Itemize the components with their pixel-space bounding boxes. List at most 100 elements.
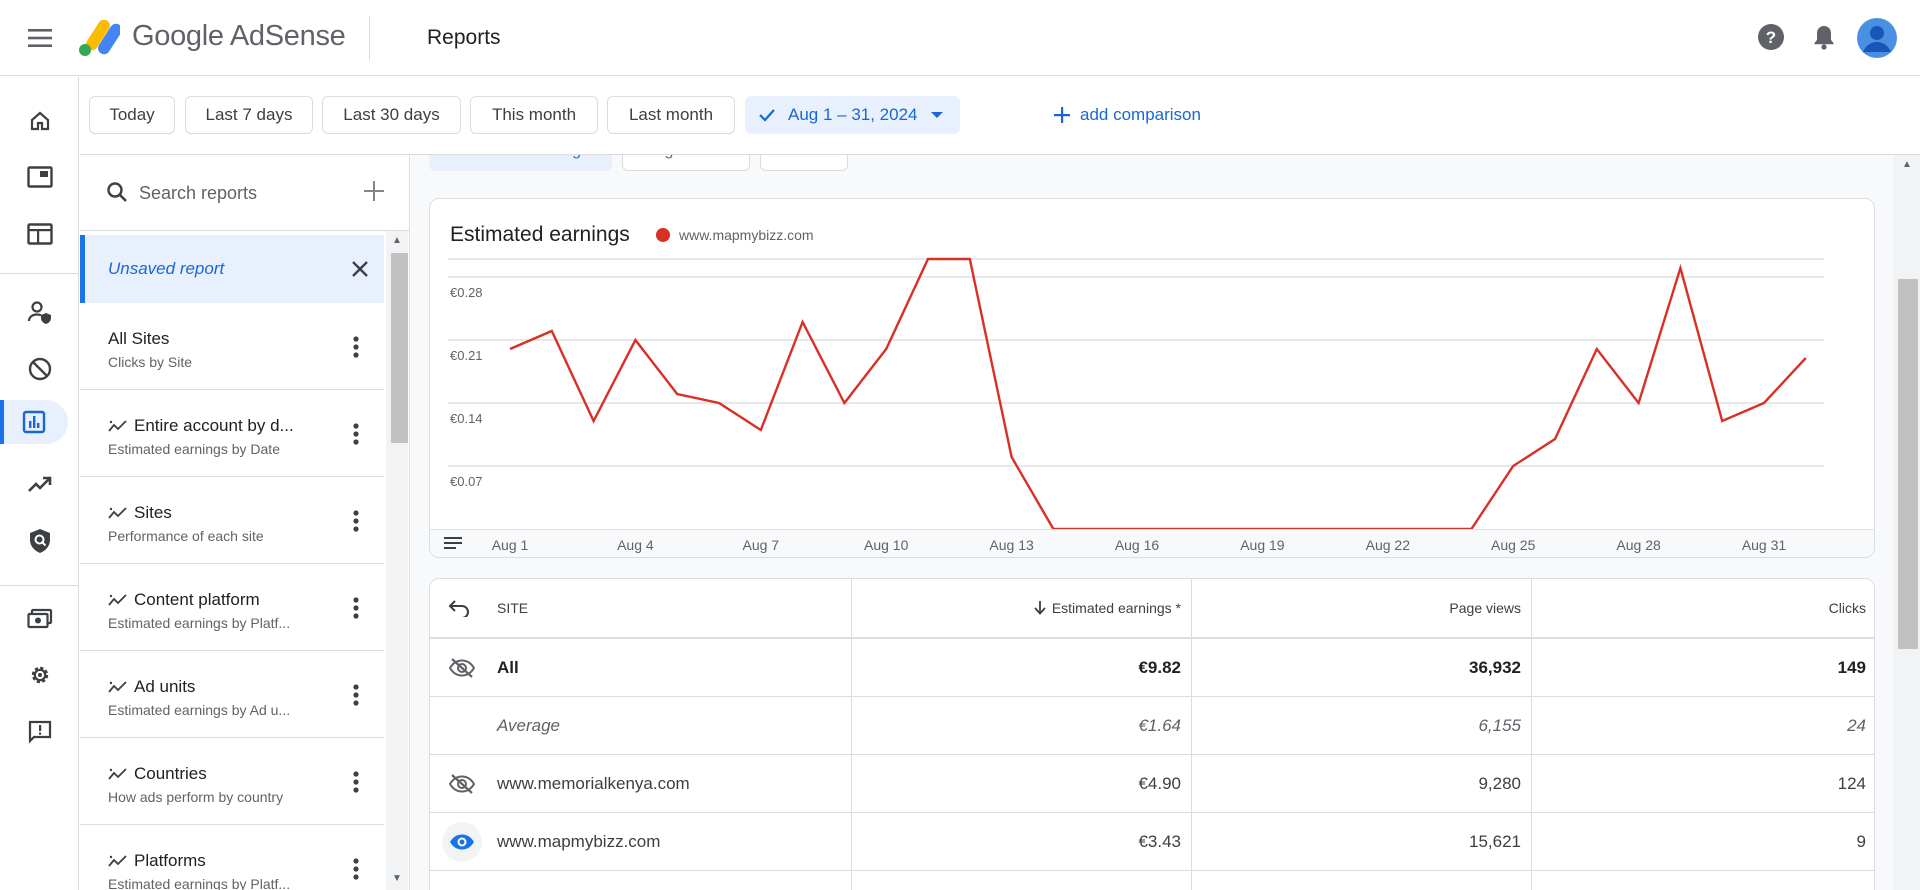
close-icon[interactable] — [346, 255, 374, 283]
block-icon[interactable] — [0, 347, 79, 391]
eye-icon[interactable] — [442, 822, 482, 862]
menu-icon[interactable] — [22, 22, 58, 54]
clicks-cell: 24 — [1847, 715, 1866, 735]
home-icon[interactable] — [0, 99, 79, 143]
x-tick-label: Aug 10 — [864, 537, 909, 553]
check-icon — [759, 109, 775, 122]
earnings-cell: €3.43 — [1138, 831, 1181, 851]
report-item-entire-account[interactable]: Entire account by d... Estimated earning… — [80, 390, 384, 477]
add-report-icon[interactable] — [362, 179, 390, 207]
earnings-chart-card: Estimated earnings www.mapmybizz.com €0.… — [429, 198, 1875, 558]
report-subtitle: Performance of each site — [108, 528, 264, 544]
main-scrollbar[interactable]: ▲ — [1894, 155, 1920, 890]
sparkle-chart-icon — [108, 855, 127, 867]
sparkle-chart-icon — [108, 768, 127, 780]
ad-unit-icon[interactable] — [0, 155, 79, 199]
site-layout-icon[interactable] — [0, 212, 79, 256]
table-row-total: All €9.82 36,932 149 — [430, 639, 1874, 697]
report-table: SITE Estimated earnings * Page views Cli… — [429, 578, 1875, 890]
undo-icon[interactable] — [448, 579, 470, 637]
top-app-bar: Google AdSense Reports ? — [0, 0, 1920, 76]
header-clicks[interactable]: Clicks — [1531, 579, 1866, 637]
scroll-down-arrow[interactable]: ▼ — [390, 873, 404, 887]
more-vert-icon[interactable] — [344, 420, 368, 448]
policy-shield-icon[interactable] — [0, 519, 79, 563]
more-vert-icon[interactable] — [344, 855, 368, 883]
earnings-cell: €9.82 — [1138, 657, 1181, 677]
eye-off-icon[interactable] — [442, 764, 482, 804]
report-item-sites[interactable]: Sites Performance of each site — [80, 477, 384, 564]
more-vert-icon[interactable] — [344, 507, 368, 535]
plus-icon — [1054, 107, 1070, 123]
x-tick-label: Aug 13 — [989, 537, 1034, 553]
pageviews-cell: 9,280 — [1478, 773, 1521, 793]
header-estimated-earnings[interactable]: Estimated earnings * — [851, 579, 1181, 637]
scroll-up-arrow[interactable]: ▲ — [390, 235, 404, 249]
add-comparison-label: add comparison — [1080, 105, 1201, 124]
chip-last-month[interactable]: Last month — [607, 96, 735, 134]
report-subtitle: Estimated earnings by Date — [108, 441, 280, 457]
trending-icon[interactable] — [0, 462, 79, 506]
settings-icon[interactable] — [0, 653, 79, 697]
site-cell: www.memorialkenya.com — [497, 773, 690, 793]
x-tick-label: Aug 16 — [1115, 537, 1160, 553]
sparkle-chart-icon — [108, 420, 127, 432]
add-comparison-button[interactable]: add comparison — [1054, 105, 1201, 125]
x-tick-label: Aug 7 — [743, 537, 780, 553]
x-tick-label: Aug 31 — [1742, 537, 1787, 553]
scroll-thumb[interactable] — [391, 253, 408, 443]
avatar-icon[interactable] — [1857, 18, 1897, 58]
earnings-cell: €4.90 — [1138, 773, 1181, 793]
header-site[interactable]: SITE — [497, 579, 528, 637]
chip-today[interactable]: Today — [89, 96, 175, 134]
search-reports-input[interactable] — [139, 179, 339, 207]
scroll-thumb[interactable] — [1898, 279, 1918, 649]
table-header-row: SITE Estimated earnings * Page views Cli… — [430, 579, 1874, 639]
clicks-cell: 9 — [1856, 831, 1866, 851]
pageviews-cell: 15,621 — [1469, 831, 1521, 851]
chip-last-30-days[interactable]: Last 30 days — [322, 96, 461, 134]
search-bar — [80, 155, 409, 231]
table-row: www.mapmybizz.com €3.43 15,621 9 — [430, 813, 1874, 871]
report-item-platforms[interactable]: Platforms Estimated earnings by Platf... — [80, 825, 384, 890]
report-subtitle: How ads perform by country — [108, 789, 284, 805]
arrow-down-icon — [1034, 601, 1046, 615]
saved-reports-panel: Unsaved report All Sites Clicks by Site … — [80, 155, 410, 890]
page-title: Reports — [427, 26, 501, 49]
x-tick-label: Aug 22 — [1366, 537, 1411, 553]
tab-estimated-earnings[interactable]: Estimated earnings — [429, 155, 612, 171]
more-vert-icon[interactable] — [344, 681, 368, 709]
header-page-views[interactable]: Page views — [1191, 579, 1521, 637]
report-item-countries[interactable]: Countries How ads perform by country — [80, 738, 384, 825]
sparkle-chart-icon — [108, 507, 127, 519]
report-item-ad-units[interactable]: Ad units Estimated earnings by Ad u... — [80, 651, 384, 738]
adsense-logo[interactable] — [78, 18, 122, 58]
privacy-user-icon[interactable] — [0, 290, 79, 334]
unsaved-report-item[interactable]: Unsaved report — [80, 235, 384, 303]
report-item-content-platform[interactable]: Content platform Estimated earnings by P… — [80, 564, 384, 651]
more-vert-icon[interactable] — [344, 768, 368, 796]
feedback-icon[interactable] — [0, 710, 79, 754]
payments-icon[interactable] — [0, 597, 79, 641]
tab-page-views[interactable]: Page views — [621, 155, 750, 171]
pageviews-cell: 6,155 — [1478, 715, 1521, 735]
report-item-all-sites[interactable]: All Sites Clicks by Site — [80, 303, 384, 390]
x-tick-label: Aug 4 — [617, 537, 654, 553]
bell-icon[interactable] — [1809, 22, 1839, 52]
scroll-up-arrow[interactable]: ▲ — [1900, 159, 1914, 173]
more-vert-icon[interactable] — [344, 594, 368, 622]
reports-icon[interactable] — [0, 400, 68, 444]
reports-scrollbar[interactable]: ▲ ▼ — [386, 231, 408, 890]
table-row: www.memorialkenya.com €4.90 9,280 124 — [430, 755, 1874, 813]
tab-clicks[interactable]: Clicks — [759, 155, 849, 171]
help-icon[interactable]: ? — [1756, 22, 1786, 52]
more-vert-icon[interactable] — [344, 333, 368, 361]
x-tick-label: Aug 1 — [492, 537, 529, 553]
eye-off-icon[interactable] — [442, 648, 482, 688]
report-title: Content platform — [108, 590, 260, 610]
report-title: Platforms — [108, 851, 206, 871]
date-range-dropdown[interactable]: Aug 1 – 31, 2024 — [745, 96, 960, 134]
chip-last-7-days[interactable]: Last 7 days — [185, 96, 313, 134]
report-subtitle: Clicks by Site — [108, 354, 193, 370]
chip-this-month[interactable]: This month — [470, 96, 598, 134]
